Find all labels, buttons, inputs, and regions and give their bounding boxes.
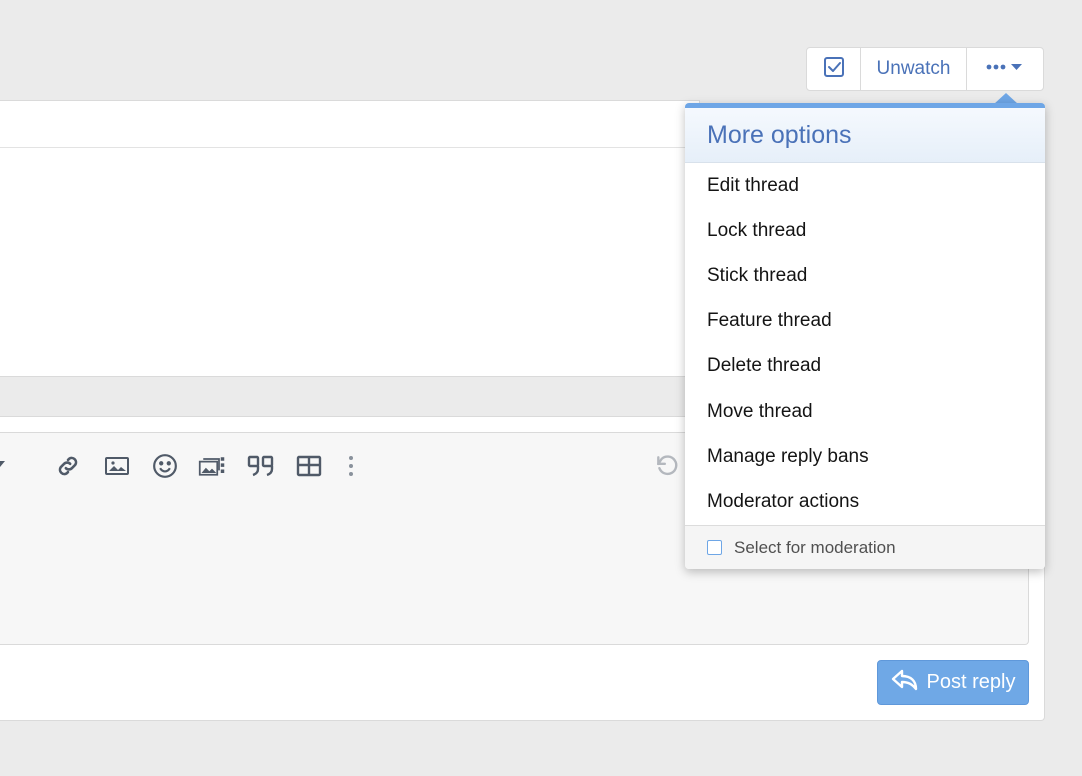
bookmark-check-button[interactable] <box>807 48 861 90</box>
menu-item-feature-thread[interactable]: Feature thread <box>685 299 1045 344</box>
check-square-icon <box>823 56 845 83</box>
panel-divider <box>0 147 699 148</box>
select-for-moderation[interactable]: Select for moderation <box>685 525 1045 569</box>
select-for-moderation-label: Select for moderation <box>734 537 896 557</box>
menu-title: More options <box>685 108 1045 163</box>
reply-icon <box>891 668 919 698</box>
vertical-dots-icon[interactable] <box>337 452 365 480</box>
post-reply-label: Post reply <box>926 671 1016 693</box>
more-options-menu: More options Edit thread Lock thread Sti… <box>685 103 1045 569</box>
thread-content-panel <box>0 100 700 377</box>
menu-item-move-thread[interactable]: Move thread <box>685 389 1045 434</box>
caret-down-icon[interactable] <box>0 461 5 467</box>
media-icon[interactable] <box>198 452 226 480</box>
image-icon[interactable] <box>103 452 131 480</box>
menu-item-stick-thread[interactable]: Stick thread <box>685 253 1045 298</box>
smiley-icon[interactable] <box>151 452 179 480</box>
unwatch-button[interactable]: Unwatch <box>861 48 967 90</box>
thread-action-buttons: Unwatch <box>806 47 1044 91</box>
quote-icon[interactable] <box>247 452 275 480</box>
more-options-button[interactable] <box>967 48 1043 90</box>
moderation-checkbox[interactable] <box>707 540 722 555</box>
post-reply-button[interactable]: Post reply <box>877 660 1029 705</box>
menu-item-manage-reply-bans[interactable]: Manage reply bans <box>685 434 1045 479</box>
ellipsis-caret-icon <box>985 60 1025 78</box>
menu-item-edit-thread[interactable]: Edit thread <box>685 163 1045 208</box>
menu-item-moderator-actions[interactable]: Moderator actions <box>685 479 1045 524</box>
menu-item-lock-thread[interactable]: Lock thread <box>685 208 1045 253</box>
table-icon[interactable] <box>295 452 323 480</box>
undo-icon[interactable] <box>653 452 681 480</box>
link-icon[interactable] <box>54 452 82 480</box>
menu-item-delete-thread[interactable]: Delete thread <box>685 344 1045 389</box>
